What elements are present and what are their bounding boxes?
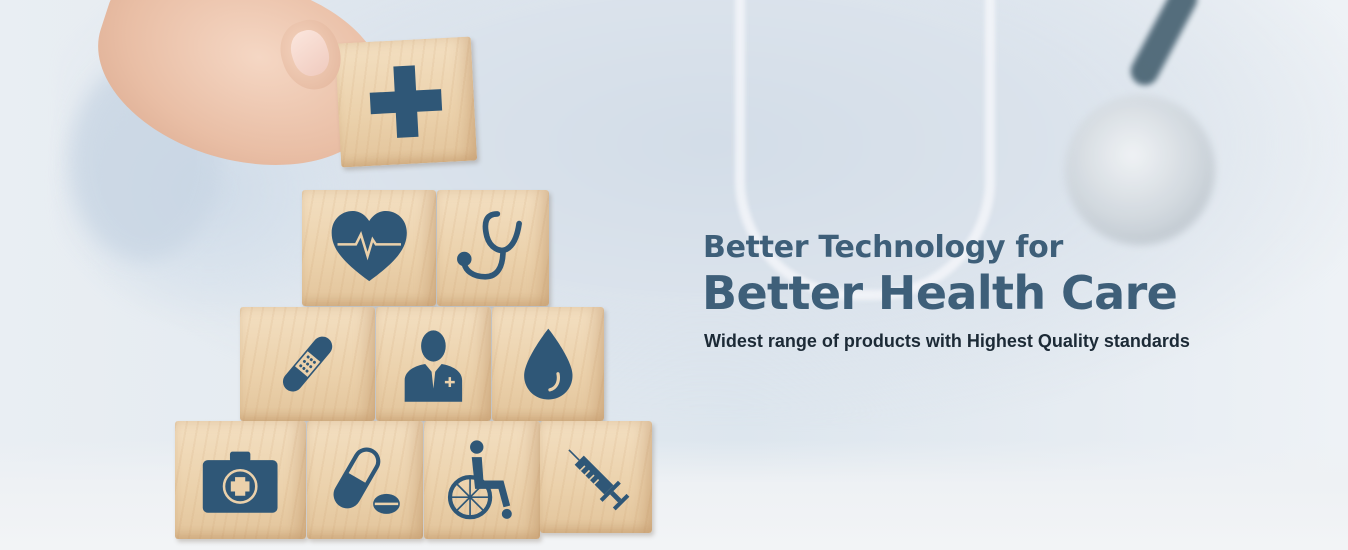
hero-copy: Better Technology for Better Health Care…	[702, 230, 1190, 352]
heart-pulse-icon	[331, 211, 407, 282]
block-stethoscope	[437, 190, 549, 306]
block-first-aid	[175, 421, 306, 539]
subheading: Widest range of products with Highest Qu…	[704, 331, 1190, 352]
headline-line-2: Better Health Care	[702, 266, 1178, 320]
plus-icon	[369, 65, 443, 139]
block-pill	[307, 421, 423, 539]
first-aid-kit-icon	[203, 451, 278, 513]
bandage-icon	[282, 336, 333, 392]
block-drop	[492, 307, 604, 421]
block-heart	[302, 190, 436, 306]
block-syringe	[540, 421, 652, 533]
headline-line-1: Better Technology for	[703, 230, 1063, 265]
hero-banner: Better Technology for Better Health Care…	[0, 0, 1348, 550]
syringe-icon	[568, 449, 630, 511]
background-stethoscope-head	[1065, 95, 1215, 245]
block-bandage	[240, 307, 375, 421]
block-doctor	[376, 307, 491, 421]
block-wheelchair	[424, 421, 540, 539]
pill-icon	[333, 446, 401, 514]
blood-drop-icon	[523, 328, 573, 400]
doctor-icon	[404, 330, 463, 402]
stethoscope-icon	[456, 211, 522, 280]
block-plus	[334, 36, 478, 168]
wheelchair-icon	[448, 439, 513, 519]
